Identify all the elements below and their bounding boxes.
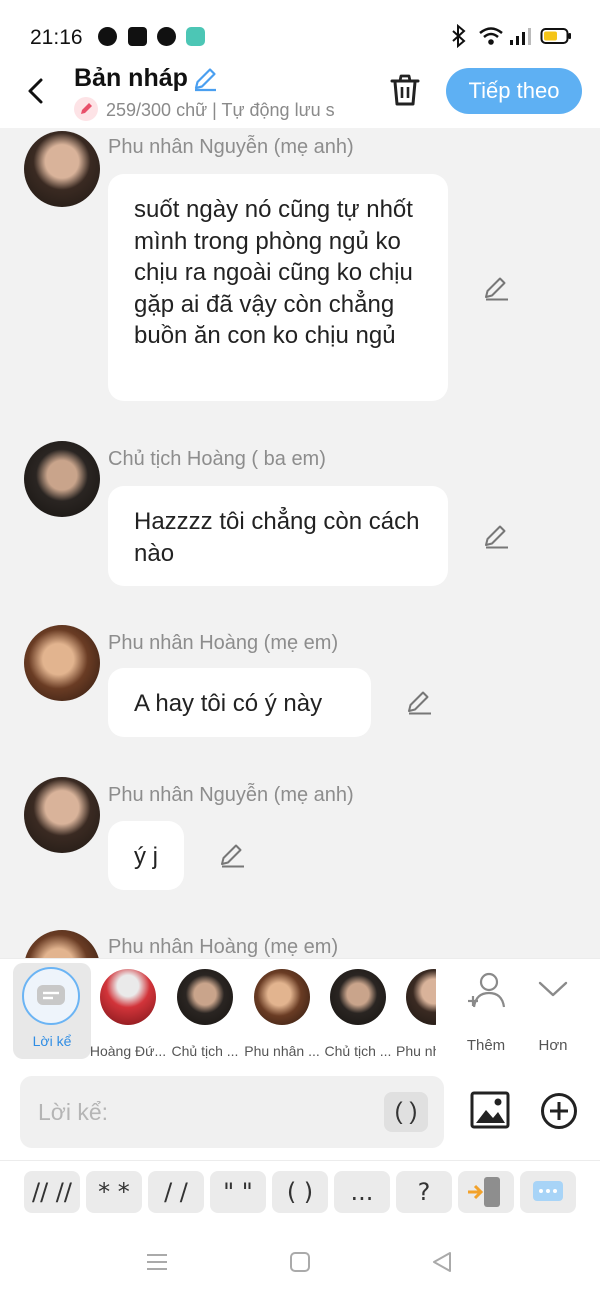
- sender-name: Phu nhân Hoàng (mẹ em): [108, 936, 339, 958]
- avatar: [330, 969, 386, 1025]
- add-icon[interactable]: [540, 1092, 578, 1130]
- delete-button[interactable]: [388, 72, 422, 108]
- character-option[interactable]: Phu nh: [396, 967, 436, 1061]
- add-person-icon: [468, 972, 506, 1008]
- avatar: [100, 969, 156, 1025]
- pencil-icon: [74, 97, 98, 121]
- character-name: Phu nhân ...: [244, 1043, 320, 1059]
- wifi-icon: [479, 27, 503, 45]
- speech-bubble-icon: [533, 1181, 563, 1201]
- system-nav-bar: [0, 1222, 600, 1300]
- chat-area[interactable]: Phu nhân Nguyễn (mẹ anh) suốt ngày nó cũ…: [0, 128, 600, 958]
- bluetooth-icon: [452, 24, 466, 48]
- status-bar: 21:16: [0, 0, 600, 60]
- parentheses-button[interactable]: ( ): [384, 1092, 428, 1132]
- symbol-button[interactable]: ?: [396, 1171, 452, 1213]
- symbol-button[interactable]: * *: [86, 1171, 142, 1213]
- symbol-button[interactable]: ...: [334, 1171, 390, 1213]
- message-bubble[interactable]: A hay tôi có ý này: [108, 668, 371, 737]
- back-button[interactable]: [22, 74, 52, 108]
- message-input-box[interactable]: ( ): [20, 1076, 444, 1148]
- more-label: Hơn: [538, 1037, 568, 1054]
- character-name: Chủ tịch ...: [171, 1043, 239, 1059]
- sender-name: Phu nhân Nguyễn (mẹ anh): [108, 136, 354, 158]
- next-button[interactable]: Tiếp theo: [446, 68, 582, 114]
- phone-switch-icon: [468, 1177, 500, 1207]
- symbol-button[interactable]: " ": [210, 1171, 266, 1213]
- chat-app-icon: [186, 27, 205, 46]
- avatar: [406, 969, 436, 1025]
- character-option[interactable]: Hoàng Đứ...: [90, 967, 166, 1061]
- edit-message-icon[interactable]: [218, 841, 246, 869]
- input-bar: ( ): [0, 1066, 600, 1160]
- signal-icon: [510, 28, 531, 45]
- switch-device-button[interactable]: [458, 1171, 514, 1213]
- symbol-button[interactable]: ( ): [272, 1171, 328, 1213]
- message-bubble[interactable]: ý j: [108, 821, 184, 890]
- character-selector: Lời kể Hoàng Đứ... Chủ tịch ... Phu nhân…: [0, 958, 600, 1066]
- add-character-label: Thêm: [466, 1037, 506, 1054]
- more-button[interactable]: Hơn: [523, 969, 583, 1059]
- edit-title-icon[interactable]: [192, 66, 218, 92]
- narrator-option[interactable]: Lời kể: [13, 963, 91, 1059]
- character-option[interactable]: Chủ tịch ...: [167, 967, 243, 1061]
- symbol-button[interactable]: / /: [148, 1171, 204, 1213]
- avatar[interactable]: [24, 131, 100, 207]
- chevron-down-icon: [538, 981, 568, 997]
- narrator-icon: [22, 967, 80, 1025]
- edit-message-icon[interactable]: [482, 522, 510, 550]
- avatar: [254, 969, 310, 1025]
- sender-name: Phu nhân Hoàng (mẹ em): [108, 632, 339, 654]
- page-title: Bản nháp: [74, 64, 188, 92]
- back-nav-icon[interactable]: [430, 1250, 454, 1274]
- message-bubble[interactable]: Hazzzz tôi chẳng còn cách nào: [108, 486, 448, 586]
- character-name: Lời kể: [32, 1033, 72, 1049]
- character-option[interactable]: Phu nhân ...: [244, 967, 320, 1061]
- symbol-button[interactable]: // //: [24, 1171, 80, 1213]
- character-option[interactable]: Chủ tịch ...: [320, 967, 396, 1061]
- messenger-icon: [98, 27, 117, 46]
- character-name: Hoàng Đứ...: [89, 1043, 167, 1059]
- avatar[interactable]: [24, 930, 100, 958]
- avatar[interactable]: [24, 441, 100, 517]
- add-character-button[interactable]: Thêm: [456, 969, 516, 1059]
- sender-name: Phu nhân Nguyễn (mẹ anh): [108, 784, 354, 806]
- facebook-icon: [157, 27, 176, 46]
- status-time: 21:16: [30, 26, 83, 49]
- avatar[interactable]: [24, 625, 100, 701]
- edit-message-icon[interactable]: [405, 688, 433, 716]
- word-count-status: 259/300 chữ | Tự động lưu s: [106, 100, 335, 120]
- top-bar: Bản nháp 259/300 chữ | Tự động lưu s Tiế…: [0, 60, 600, 128]
- speech-bubble-button[interactable]: [520, 1171, 576, 1213]
- message-input[interactable]: [38, 1092, 378, 1132]
- image-icon[interactable]: [470, 1090, 510, 1130]
- character-name: Chủ tịch ...: [324, 1043, 392, 1059]
- battery-icon: [540, 28, 571, 44]
- star-app-icon: [128, 27, 147, 46]
- home-icon[interactable]: [288, 1250, 312, 1274]
- symbol-toolbar: // // * * / / " " ( ) ... ?: [0, 1160, 600, 1222]
- character-name: Phu nh: [396, 1043, 436, 1059]
- menu-icon[interactable]: [145, 1250, 169, 1274]
- avatar: [177, 969, 233, 1025]
- message-bubble[interactable]: suốt ngày nó cũng tự nhốt mình trong phò…: [108, 174, 448, 401]
- sender-name: Chủ tịch Hoàng ( ba em): [108, 448, 326, 470]
- edit-message-icon[interactable]: [482, 274, 510, 302]
- avatar[interactable]: [24, 777, 100, 853]
